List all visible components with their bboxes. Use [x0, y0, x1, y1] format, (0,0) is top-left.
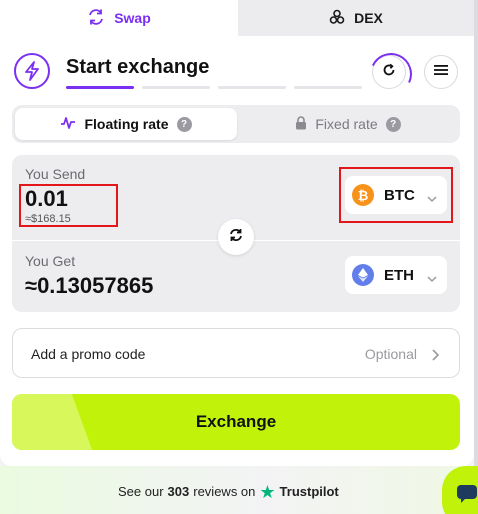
exchange-button[interactable]: Exchange — [12, 394, 460, 450]
trustpilot-star-icon: ★ — [259, 481, 276, 502]
chat-button[interactable] — [442, 466, 478, 514]
promo-code-label: Add a promo code — [31, 346, 146, 362]
top-tabs: DEX Swap — [0, 0, 474, 36]
swap-direction-button[interactable] — [218, 219, 254, 255]
get-coin-select[interactable]: ETH — [345, 256, 447, 294]
reviews-prefix: See our — [118, 484, 164, 499]
trustpilot-reviews-link[interactable]: See our 303 reviews on ★ Trustpilot — [118, 481, 339, 502]
progress-steps — [66, 86, 362, 89]
floating-rate-option[interactable]: Floating rate ? — [15, 108, 237, 140]
tab-swap[interactable]: Swap — [0, 0, 238, 36]
get-coin-label: ETH — [384, 266, 414, 284]
help-icon[interactable]: ? — [385, 116, 401, 132]
tab-swap-label: Swap — [114, 10, 151, 26]
floating-rate-label: Floating rate — [84, 116, 169, 132]
progress-step — [66, 86, 134, 89]
lock-icon — [295, 115, 307, 133]
reviews-suffix: reviews on — [193, 484, 256, 499]
chevron-right-icon — [431, 348, 440, 366]
progress-step — [294, 86, 362, 89]
hamburger-icon — [434, 63, 448, 81]
refresh-button[interactable] — [372, 55, 406, 89]
promo-code-field[interactable]: Add a promo code Optional — [12, 328, 460, 378]
exchange-button-label: Exchange — [195, 412, 277, 431]
tab-dex-label: DEX — [354, 10, 383, 26]
progress-step — [142, 86, 210, 89]
you-send-label: You Send — [25, 166, 86, 182]
pulse-icon — [60, 116, 76, 133]
you-get-label: You Get — [25, 253, 76, 269]
fixed-rate-option[interactable]: Fixed rate ? — [240, 108, 456, 140]
fixed-rate-label: Fixed rate — [315, 116, 378, 132]
refresh-icon — [382, 63, 396, 82]
chevron-down-icon — [427, 270, 437, 287]
lightning-logo-icon — [14, 53, 50, 89]
tab-dex[interactable]: DEX — [238, 0, 474, 36]
highlight-box-amount — [19, 184, 118, 227]
trustpilot-brand: Trustpilot — [279, 484, 339, 499]
reviews-count: 303 — [167, 484, 190, 499]
swap-icon — [87, 8, 105, 29]
highlight-box-coin — [339, 167, 453, 223]
swap-arrows-icon — [229, 228, 243, 247]
chat-icon — [456, 484, 478, 509]
help-icon[interactable]: ? — [176, 116, 192, 132]
get-amount-value: ≈0.13057865 — [25, 273, 154, 298]
ethereum-icon — [352, 264, 374, 286]
page-title: Start exchange — [66, 56, 210, 78]
progress-step — [218, 86, 286, 89]
rate-toggle: Floating rate ? Fixed rate ? — [12, 105, 460, 143]
menu-button[interactable] — [424, 55, 458, 89]
scrollbar[interactable] — [474, 0, 478, 514]
dex-icon — [329, 9, 345, 28]
promo-optional-label: Optional — [364, 346, 417, 362]
